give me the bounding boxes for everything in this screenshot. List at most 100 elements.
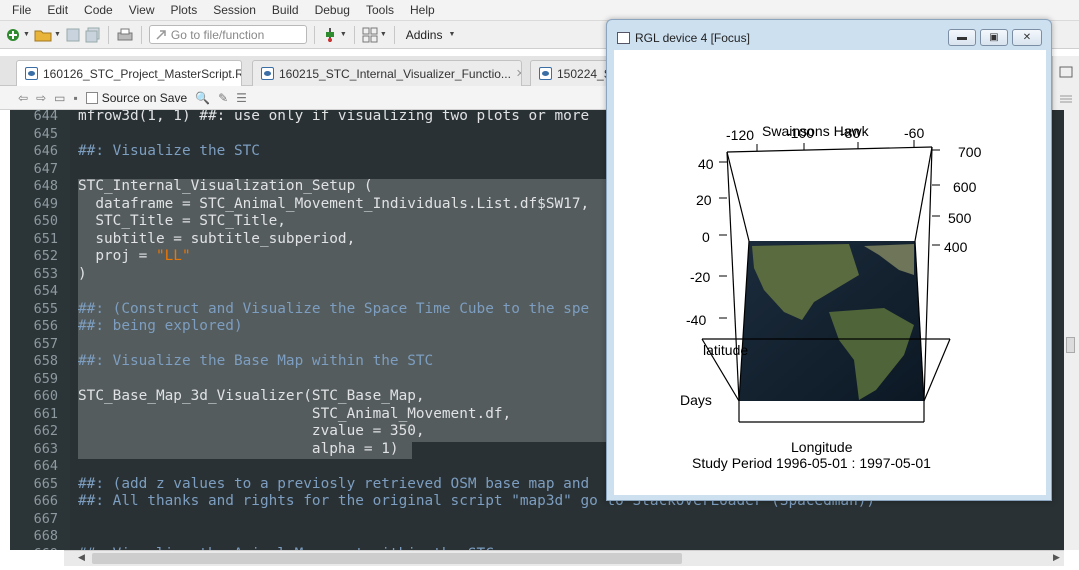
- line-number: 646: [33, 143, 58, 159]
- chevron-down-icon: ▼: [448, 31, 456, 38]
- addins-label: Addins: [405, 27, 443, 42]
- show-in-window-icon[interactable]: ▭: [54, 91, 65, 105]
- addins-menu[interactable]: Addins ▼: [402, 28, 460, 42]
- code-line: subtitle = subtitle_subperiod,: [78, 230, 356, 247]
- line-number: 660: [33, 388, 58, 404]
- menu-help[interactable]: Help: [402, 3, 443, 17]
- scroll-right-icon[interactable]: ▶: [1053, 552, 1060, 563]
- menu-code[interactable]: Code: [76, 3, 121, 17]
- source-on-save-checkbox[interactable]: Source on Save: [85, 91, 187, 105]
- z-tick-label: 600: [953, 179, 977, 195]
- tab-internal-visualizer[interactable]: 160215_STC_Internal_Visualizer_Functio..…: [252, 60, 522, 86]
- z-tick-label: 500: [948, 210, 972, 226]
- code-line: STC_Base_Map_3d_Visualizer(STC_Base_Map,: [78, 388, 425, 404]
- print-button[interactable]: [116, 25, 134, 45]
- menu-plots[interactable]: Plots: [163, 3, 206, 17]
- menu-debug[interactable]: Debug: [307, 3, 358, 17]
- line-number: 659: [33, 370, 58, 387]
- line-number: 644: [33, 110, 58, 124]
- line-number: 655: [33, 300, 58, 317]
- scroll-left-icon[interactable]: ◀: [78, 552, 85, 563]
- close-button[interactable]: ✕: [1012, 29, 1042, 46]
- code-line: STC_Title = STC_Title,: [78, 213, 286, 229]
- y-tick-label: -20: [690, 269, 710, 285]
- code-line: mfrow3d(1, 1) ##: use only if visualizin…: [78, 110, 590, 124]
- wand-icon[interactable]: ✎: [218, 91, 228, 105]
- code-line: STC_Internal_Visualization_Setup (: [78, 178, 373, 194]
- line-number: 656: [33, 318, 58, 334]
- menu-session[interactable]: Session: [205, 3, 264, 17]
- menu-view[interactable]: View: [121, 3, 163, 17]
- notebook-icon[interactable]: ☰: [236, 91, 247, 105]
- line-number: 649: [33, 195, 58, 212]
- maximize-pane-icon[interactable]: [1059, 66, 1073, 78]
- r-file-icon: [261, 67, 274, 80]
- toolbar-divider: [107, 25, 109, 44]
- tab-label: 160126_STC_Project_MasterScript.R: [43, 66, 242, 81]
- y-axis-label: latitude: [703, 342, 748, 358]
- workspace-panes-button[interactable]: ▼: [362, 25, 387, 45]
- search-icon[interactable]: 🔍: [195, 91, 210, 105]
- code-line: STC_Animal_Movement.df,: [78, 405, 512, 422]
- y-tick-label: 0: [702, 229, 710, 245]
- line-number: 664: [33, 458, 58, 474]
- close-icon[interactable]: ✕: [516, 67, 521, 80]
- git-icon: [325, 27, 334, 42]
- restore-icon: ▣: [989, 32, 999, 43]
- save-button[interactable]: [65, 25, 81, 45]
- menu-lines-icon[interactable]: [1059, 94, 1073, 104]
- rgl-device-window[interactable]: RGL device 4 [Focus] ▬ ▣ ✕ -120 -100 -80…: [606, 19, 1052, 501]
- line-number-gutter: 644 645 646 647 648 649 650 651 652 653 654 655 656 6…: [10, 110, 70, 550]
- line-number: 668: [33, 528, 58, 544]
- z-tick-label: 400: [944, 239, 968, 255]
- code-line: ##: (Construct and Visualize the Space T…: [78, 300, 590, 317]
- tab-master-script[interactable]: 160126_STC_Project_MasterScript.R ✕: [16, 60, 242, 86]
- code-line: ##: Visualize the STC: [78, 143, 260, 159]
- toolbar-divider: [393, 25, 395, 44]
- restore-button[interactable]: ▣: [980, 29, 1008, 46]
- goto-placeholder: Go to file/function: [170, 27, 265, 42]
- menu-tools[interactable]: Tools: [358, 3, 402, 17]
- line-number: 647: [33, 160, 58, 177]
- space-time-cube-plot[interactable]: -120 -100 -80 -60 Swainsons Hawk 700 600…: [614, 50, 1046, 495]
- code-line: alpha = 1): [78, 440, 399, 457]
- save-icon: [66, 28, 80, 41]
- line-number: 648: [33, 178, 58, 194]
- save-icon[interactable]: ▪: [73, 91, 77, 105]
- y-tick-label: 20: [696, 192, 712, 208]
- code-line: ##: (add z values to a previosly retriev…: [78, 475, 590, 492]
- line-number: 650: [33, 213, 58, 229]
- plot-title: Swainsons Hawk: [762, 123, 870, 139]
- minimize-button[interactable]: ▬: [948, 29, 976, 46]
- line-number: 657: [33, 335, 58, 352]
- z-tick-label: 700: [958, 144, 982, 160]
- toolbar-divider: [140, 25, 142, 44]
- close-icon: ✕: [1022, 32, 1032, 43]
- menu-file[interactable]: File: [4, 3, 39, 17]
- menu-build[interactable]: Build: [264, 3, 307, 17]
- open-file-button[interactable]: ▼: [34, 25, 61, 45]
- forward-arrow-icon[interactable]: ⇨: [36, 91, 46, 105]
- rgl-3d-canvas[interactable]: -120 -100 -80 -60 Swainsons Hawk 700 600…: [614, 50, 1046, 495]
- vertical-scroll-thumb[interactable]: [1066, 337, 1075, 353]
- line-number: 669: [34, 546, 58, 551]
- toolbar-divider: [353, 25, 355, 44]
- checkbox[interactable]: [85, 91, 98, 104]
- line-number: 653: [33, 265, 58, 282]
- minimize-icon: ▬: [957, 32, 967, 43]
- menu-edit[interactable]: Edit: [39, 3, 76, 17]
- save-all-button[interactable]: [85, 25, 101, 45]
- goto-file-input[interactable]: Go to file/function: [148, 25, 307, 44]
- line-number: 667: [33, 510, 58, 527]
- r-file-icon: [539, 67, 552, 80]
- scrollbar-thumb[interactable]: [92, 553, 682, 564]
- back-arrow-icon[interactable]: ⇦: [18, 91, 28, 105]
- tab-150224[interactable]: 150224_S: [530, 60, 610, 86]
- new-file-icon: [7, 28, 19, 41]
- print-icon: [117, 28, 133, 40]
- git-button[interactable]: ▼: [322, 25, 347, 45]
- tab-label: 150224_S: [557, 66, 610, 81]
- new-file-button[interactable]: ▼: [5, 25, 30, 45]
- line-number: 651: [33, 230, 58, 247]
- plot-subtitle: Study Period 1996-05-01 : 1997-05-01: [692, 455, 931, 471]
